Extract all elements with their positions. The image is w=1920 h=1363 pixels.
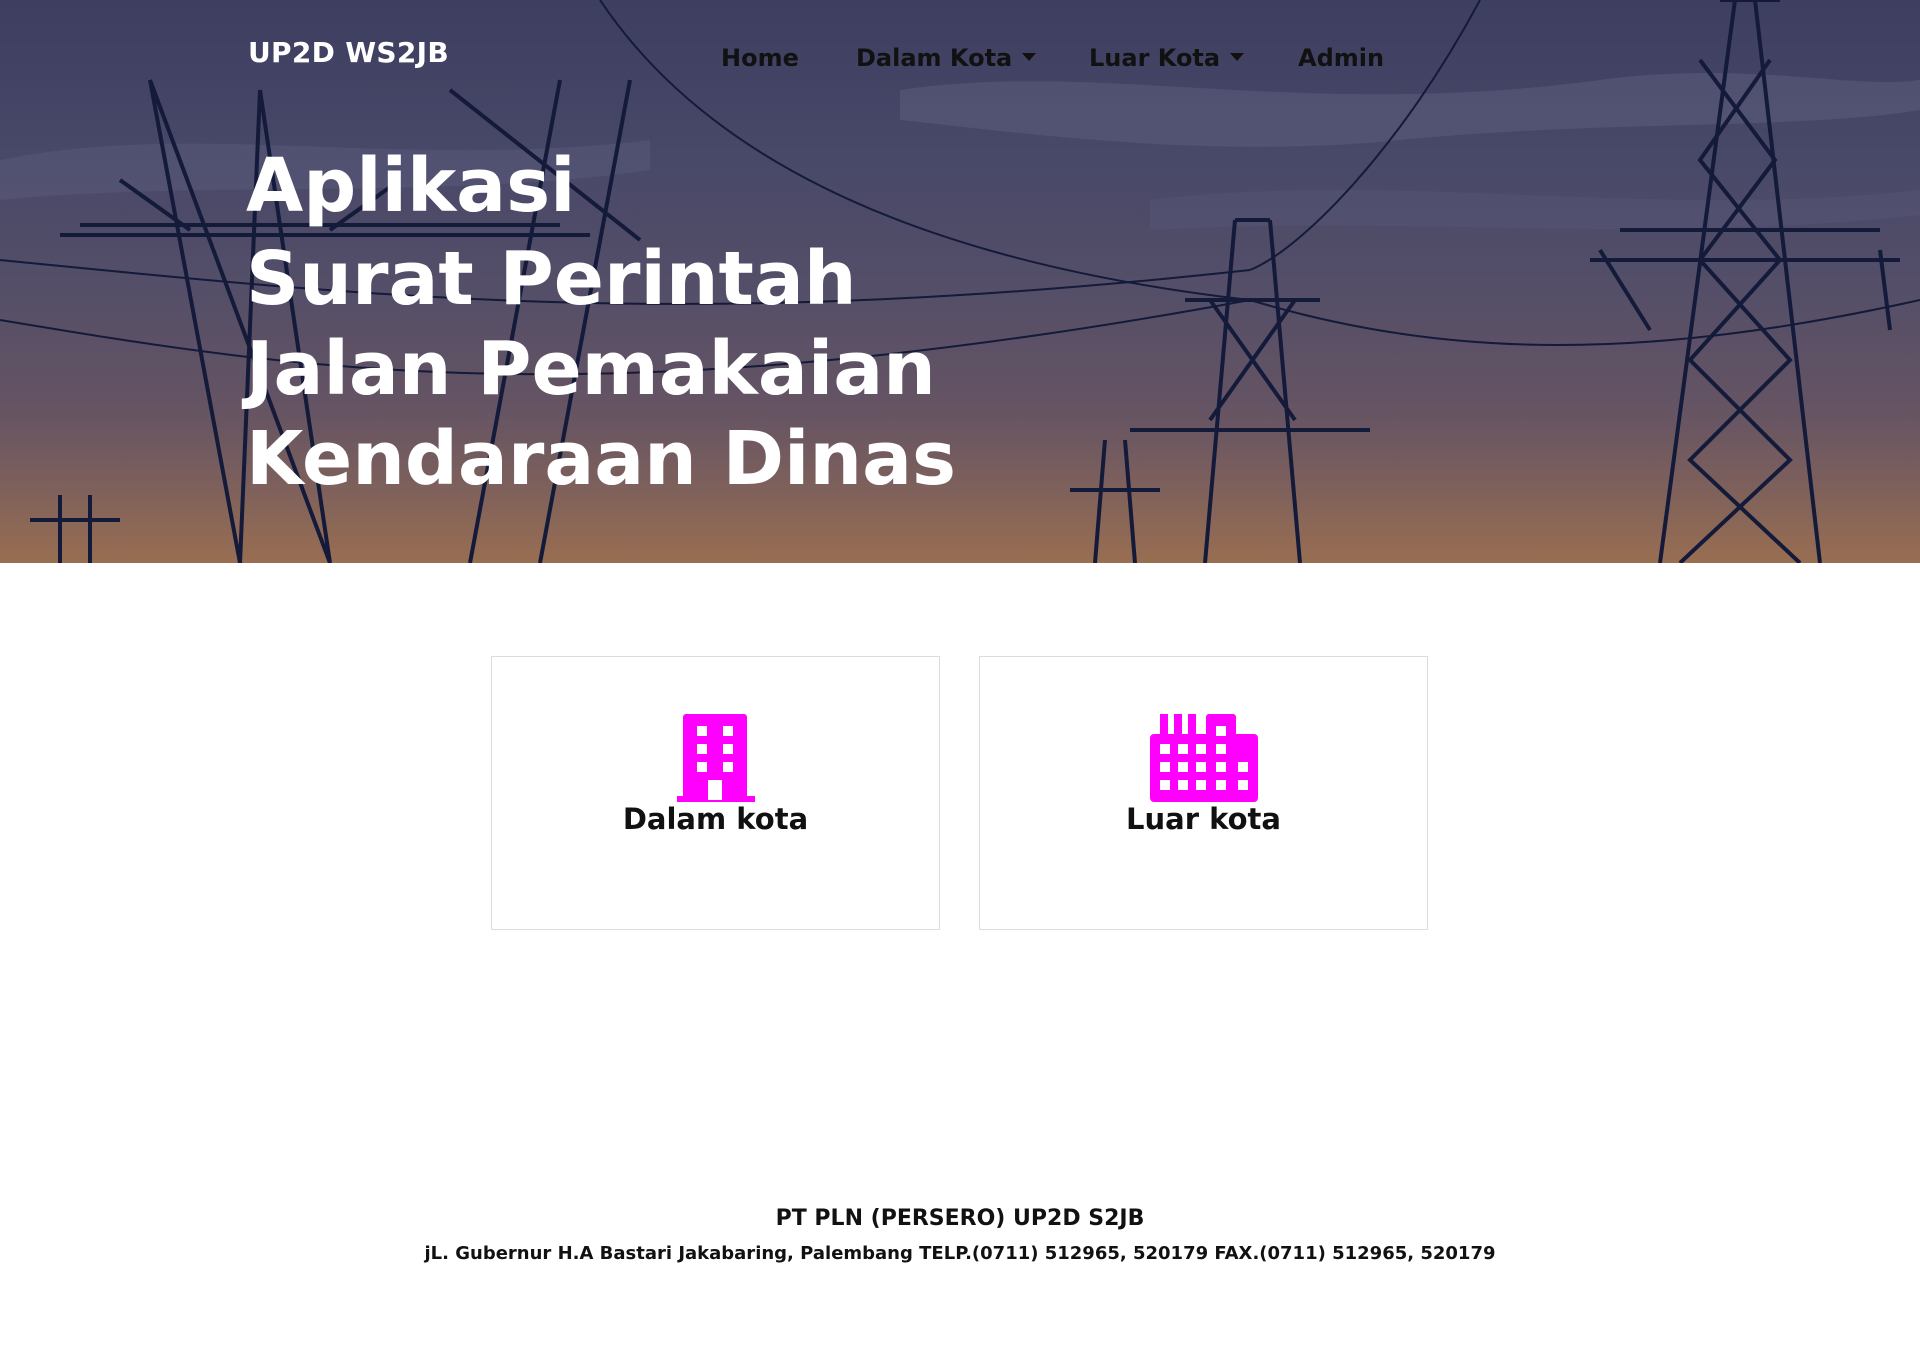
luar-kota-card[interactable]: Luar kota	[979, 656, 1428, 930]
luar-kota-card-label: Luar kota	[1126, 802, 1281, 836]
nav-admin-label: Admin	[1298, 44, 1385, 72]
nav-luar-kota-dropdown[interactable]: Luar Kota	[1089, 44, 1245, 72]
footer-address: jL. Gubernur H.A Bastari Jakabaring, Pal…	[424, 1243, 1496, 1264]
nav-home-link[interactable]: Home	[721, 44, 799, 72]
hero-banner: UP2D WS2JB Home Dalam Kota Luar Kota Adm…	[0, 0, 1920, 563]
dalam-kota-card-label: Dalam kota	[622, 802, 809, 836]
building-icon	[676, 712, 755, 806]
hero-title-line2: Surat Perintah Jalan Pemakaian Kendaraan…	[246, 236, 957, 502]
hero-heading: Aplikasi Surat Perintah Jalan Pemakaian …	[246, 140, 966, 504]
brand-logo[interactable]: UP2D WS2JB	[248, 36, 449, 69]
nav-admin-link[interactable]: Admin	[1298, 44, 1384, 72]
footer-company-name: PT PLN (PERSERO) UP2D S2JB	[775, 1206, 1145, 1231]
caret-down-icon	[1230, 53, 1245, 61]
hero-title-line1: Aplikasi	[246, 143, 576, 229]
caret-down-icon	[1022, 53, 1037, 61]
nav-dalam-kota-dropdown[interactable]: Dalam Kota	[856, 44, 1037, 72]
industry-icon	[1148, 712, 1260, 806]
dalam-kota-card[interactable]: Dalam kota	[491, 656, 940, 930]
nav-luar-kota-label: Luar Kota	[1089, 44, 1221, 72]
nav-dalam-kota-label: Dalam Kota	[856, 44, 1013, 72]
nav-home-label: Home	[721, 44, 799, 72]
